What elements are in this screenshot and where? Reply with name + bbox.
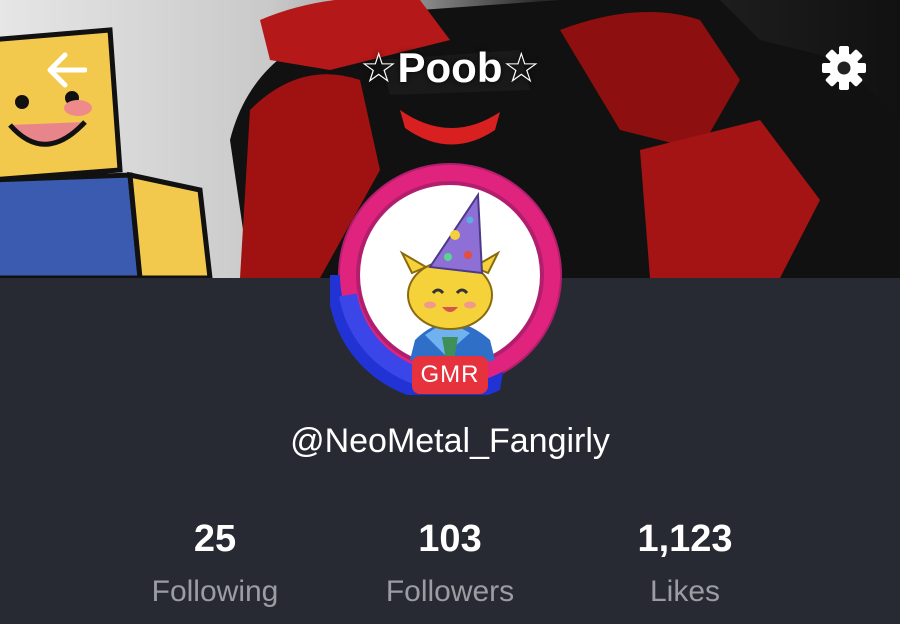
back-button[interactable] bbox=[40, 44, 92, 96]
settings-button[interactable] bbox=[816, 40, 872, 96]
following-count: 25 bbox=[193, 518, 237, 560]
top-bar: ☆Poob☆ bbox=[0, 0, 900, 140]
likes-count: 1,123 bbox=[637, 518, 733, 560]
page-title: ☆Poob☆ bbox=[359, 44, 541, 91]
followers-label: Followers bbox=[385, 575, 515, 608]
gamer-badge: GMR bbox=[412, 356, 488, 394]
stat-likes[interactable]: 1,123 Likes bbox=[575, 512, 795, 612]
arrow-left-icon bbox=[47, 52, 87, 88]
likes-label: Likes bbox=[649, 575, 721, 608]
followers-count: 103 bbox=[418, 518, 482, 560]
stat-following[interactable]: 25 Following bbox=[105, 512, 325, 612]
stat-followers[interactable]: 103 Followers bbox=[340, 512, 560, 612]
following-label: Following bbox=[151, 575, 279, 608]
gear-icon bbox=[822, 46, 866, 90]
username: @NeoMetal_Fangirly bbox=[290, 422, 610, 460]
